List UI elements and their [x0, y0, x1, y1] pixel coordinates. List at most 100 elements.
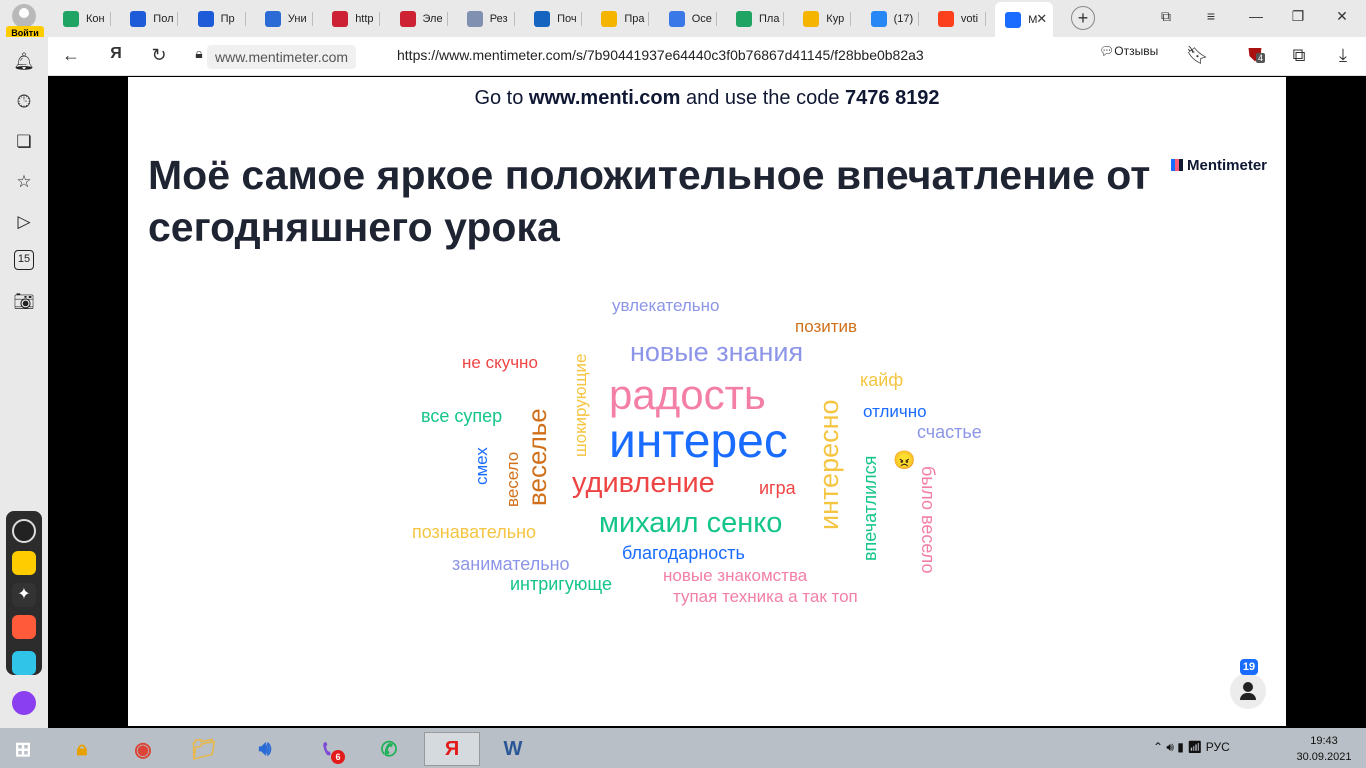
yandex-icon[interactable]: Я: [424, 732, 480, 766]
tab[interactable]: Уни: [255, 5, 313, 33]
file-explorer-icon[interactable]: 📁︎: [176, 732, 232, 766]
tab[interactable]: M ✕: [995, 2, 1054, 37]
tab[interactable]: voti: [928, 5, 986, 33]
drive-icon: [601, 11, 618, 27]
clock-date: 30.09.2021: [1296, 751, 1352, 763]
tab-title: Рез: [489, 13, 508, 25]
tab[interactable]: http: [322, 5, 381, 33]
reload-icon[interactable]: ↻: [148, 45, 170, 66]
extension-badge: 4: [1256, 53, 1266, 63]
tab[interactable]: Пр: [188, 5, 246, 33]
tab[interactable]: Кур: [793, 5, 852, 33]
tab-title: Пр: [220, 13, 235, 25]
tab[interactable]: Осе: [659, 5, 717, 33]
chrome-icon[interactable]: ◉: [115, 732, 171, 766]
yandex-logo-icon[interactable]: Я: [105, 45, 127, 63]
word-cloud-word: удивление: [572, 467, 715, 499]
bookmark-icon[interactable]: 🔖︎: [1186, 45, 1209, 66]
windows-start-icon[interactable]: ⊞: [0, 732, 46, 766]
tab-separator: [783, 12, 784, 26]
download-icon[interactable]: ⤓: [1332, 45, 1354, 66]
word-cloud-word: тупая техника а так топ: [673, 587, 858, 606]
extensions-icon[interactable]: ⧉: [1288, 45, 1310, 66]
sparkle-icon[interactable]: ✦: [12, 583, 36, 607]
tab-separator: [379, 12, 381, 26]
menu-icon[interactable]: ≡: [1201, 8, 1221, 24]
participants-count: 19: [1240, 659, 1258, 675]
tab-separator: [177, 12, 179, 26]
wave-icon: [264, 11, 281, 27]
minimize-icon[interactable]: —: [1246, 8, 1266, 24]
word-cloud-word: увлекательно: [612, 296, 720, 315]
bell-icon[interactable]: 🔔︎: [12, 50, 36, 74]
word-cloud-word: шокирующие: [571, 353, 590, 457]
participants-button[interactable]: [1230, 673, 1266, 709]
url-field[interactable]: https://www.mentimeter.com/s/7b90441937e…: [397, 47, 924, 63]
word-cloud-word: счастье: [917, 422, 982, 442]
bookmarks-window-icon[interactable]: ⧉: [1156, 8, 1176, 25]
word-cloud-word: весело: [503, 451, 522, 507]
play-icon[interactable]: ▷: [12, 210, 36, 234]
alice-circle-icon[interactable]: [12, 519, 36, 543]
tab-title: Поч: [557, 13, 577, 25]
page-margin-right: [1286, 77, 1366, 726]
tab[interactable]: (17): [861, 5, 919, 33]
tab-strip: Войти Кон Пол Пр Уни http Эле Рез Поч Пра Осе Пла К…: [0, 0, 1366, 40]
vk-icon: [870, 11, 887, 27]
tab[interactable]: Пол: [120, 5, 179, 33]
profile-button[interactable]: Войти: [6, 4, 44, 40]
tab[interactable]: Поч: [524, 5, 583, 33]
close-window-icon[interactable]: ✕: [1332, 8, 1352, 25]
close-tab-icon[interactable]: ✕: [1036, 11, 1047, 27]
tab[interactable]: Кон: [53, 5, 111, 33]
word-cloud-word: все супер: [421, 406, 503, 426]
system-tray[interactable]: ⌃ 🔊︎ ▮ 📶︎ РУС: [1153, 740, 1230, 755]
word-cloud-word: смех: [472, 447, 491, 485]
reviews-button[interactable]: 💬︎Отзывы: [1099, 44, 1158, 58]
back-arrow-icon[interactable]: ←: [60, 45, 82, 66]
alice-icon[interactable]: [12, 691, 36, 715]
reviews-label: Отзывы: [1114, 44, 1159, 58]
restore-icon[interactable]: ❐: [1288, 8, 1308, 25]
screenshot-icon[interactable]: 📷︎: [12, 290, 36, 314]
word-cloud-word: отлично: [863, 402, 927, 421]
mail-app-icon[interactable]: [12, 615, 36, 639]
word-cloud-word: не скучно: [462, 353, 538, 372]
drive-icon: [803, 11, 820, 27]
shield-icon: [466, 11, 483, 27]
tab-separator: [244, 12, 246, 26]
tab-title: Пра: [624, 13, 645, 25]
tab-separator: [311, 12, 313, 26]
word-cloud-word: михаил сенко: [599, 507, 783, 539]
whatsapp-icon[interactable]: ✆: [361, 732, 417, 766]
tab-separator: [648, 12, 650, 26]
language-indicator[interactable]: РУС: [1206, 740, 1230, 754]
tab[interactable]: Эле: [390, 5, 448, 33]
word-cloud: увлекательно позитив новые знания не скучно…: [128, 77, 1286, 726]
red-tag-icon: [332, 11, 349, 27]
tab-title: Уни: [287, 13, 307, 25]
word-icon[interactable]: W: [485, 732, 541, 766]
collections-icon[interactable]: ❏: [12, 130, 36, 154]
tab-title: Кур: [826, 13, 845, 25]
speech-bubble-icon: 💬︎: [1099, 44, 1115, 58]
yandex-icon: [937, 11, 954, 27]
word-cloud-word: игра: [759, 478, 796, 498]
history-icon[interactable]: 🕒︎: [12, 90, 36, 114]
red-tag-icon: [399, 11, 416, 27]
tab-title: Осе: [691, 13, 712, 25]
volume-app-icon[interactable]: 🔊︎: [237, 732, 293, 766]
send-icon[interactable]: [12, 651, 36, 675]
clock[interactable]: 19:43 30.09.2021: [1294, 733, 1354, 765]
calendar-icon[interactable]: 15: [14, 250, 34, 270]
domain-chip[interactable]: www.mentimeter.com: [207, 45, 357, 69]
star-icon[interactable]: ☆: [12, 170, 36, 194]
tab[interactable]: Рез: [457, 5, 515, 33]
viber-icon[interactable]: 📞︎ 6: [299, 732, 355, 766]
tab[interactable]: Пра: [591, 5, 650, 33]
yandex-browser-lock-icon[interactable]: 🔒︎: [54, 732, 110, 766]
new-tab-button[interactable]: +: [1071, 6, 1095, 30]
market-icon[interactable]: [12, 551, 36, 575]
tab-title: voti: [960, 13, 979, 25]
tab[interactable]: Пла: [726, 5, 784, 33]
